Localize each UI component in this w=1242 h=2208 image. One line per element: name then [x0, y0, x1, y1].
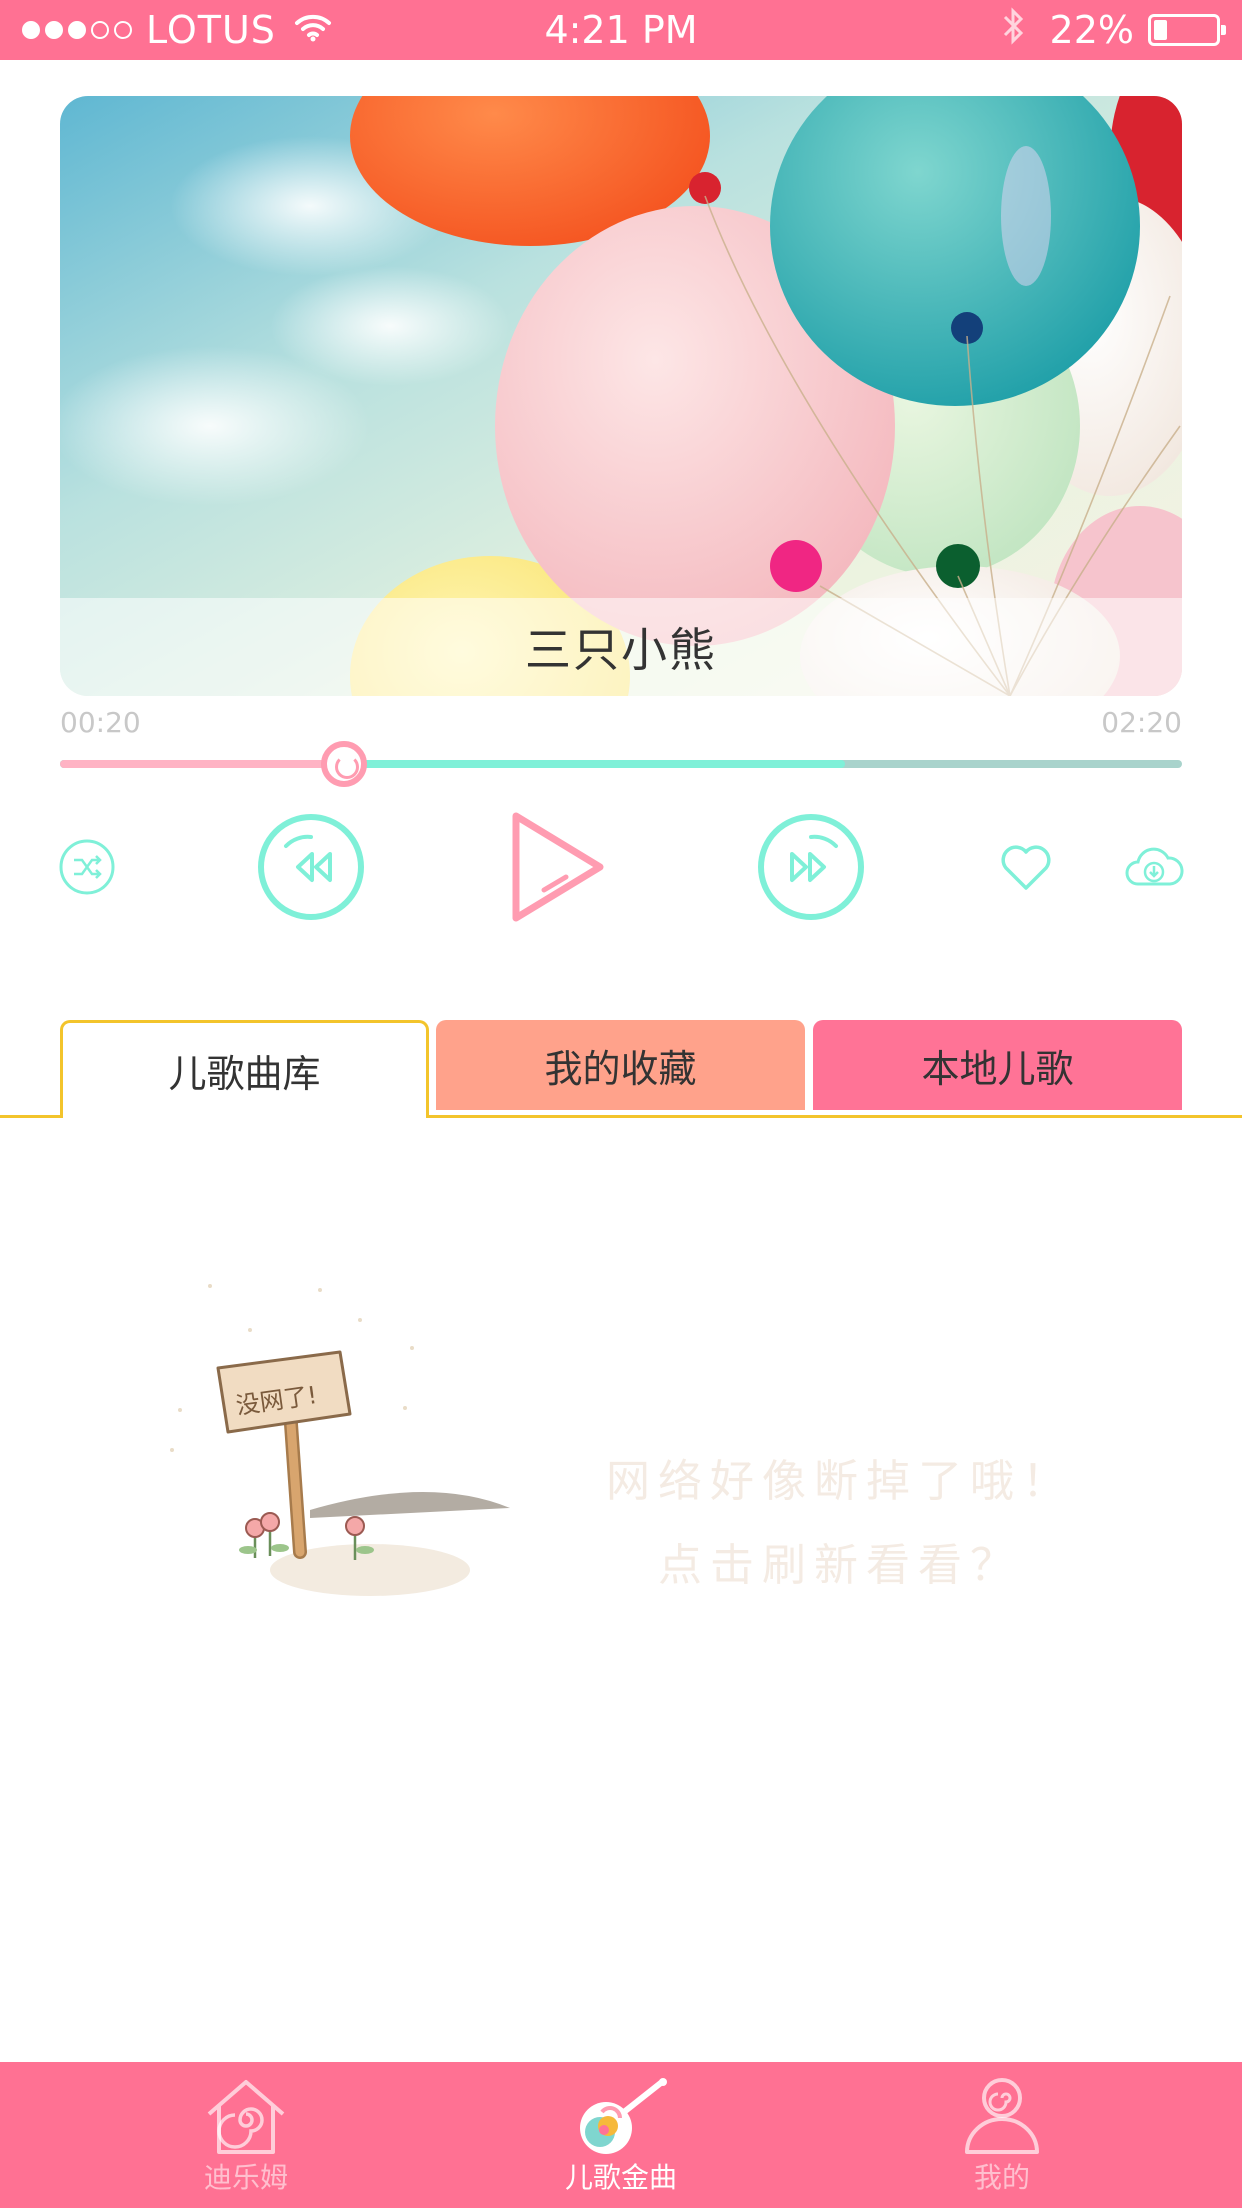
tab-local-songs[interactable]: 本地儿歌 — [813, 1020, 1182, 1110]
tab-label: 儿歌曲库 — [168, 1052, 321, 1096]
refresh-hint: 点击刷新看看？ — [658, 1540, 1022, 1591]
cloud-download-icon — [1125, 847, 1184, 886]
current-time: 00:20 — [60, 706, 141, 739]
house-icon — [207, 2080, 285, 2154]
tabbar-item-mine[interactable]: 我的 — [872, 2062, 1132, 2208]
tabbar-item-songs[interactable]: 儿歌金曲 — [491, 2062, 751, 2208]
tab-label: 我的收藏 — [544, 1046, 697, 1091]
rewind-icon — [258, 814, 364, 920]
bottom-tab-bar: 迪乐姆 儿歌金曲 我的 — [0, 2062, 1242, 2208]
tabbar-label: 儿歌金曲 — [564, 2161, 677, 2194]
tabbar-label: 迪乐姆 — [203, 2161, 288, 2194]
tabbar-item-dilemu[interactable]: 迪乐姆 — [116, 2062, 376, 2208]
played-track — [60, 760, 344, 768]
bluetooth-icon — [1002, 6, 1024, 54]
no-network-message[interactable]: 网络好像断掉了哦！ 点击刷新看看？ — [580, 1440, 1100, 1608]
tab-label: 本地儿歌 — [921, 1046, 1074, 1091]
song-title: 三只小熊 — [525, 623, 717, 677]
status-bar: LOTUS 4:21 PM 22% — [0, 0, 1242, 60]
play-icon — [512, 812, 604, 922]
caption-bar: 三只小熊 — [60, 598, 1182, 696]
total-time: 02:20 — [1101, 706, 1182, 739]
tab-my-favorites[interactable]: 我的收藏 — [436, 1020, 805, 1110]
progress-thumb[interactable] — [320, 741, 367, 787]
status-right: 22% — [1002, 6, 1226, 54]
heart-icon — [1001, 845, 1051, 890]
tabbar-label: 我的 — [973, 2161, 1030, 2194]
no-network-illustration: 没网了! — [160, 1270, 540, 1614]
battery-percent: 22% — [1049, 8, 1134, 52]
tab-song-library[interactable]: 儿歌曲库 — [60, 1020, 429, 1118]
next-button[interactable] — [756, 812, 866, 922]
album-cover: 三只小熊 — [60, 96, 1182, 696]
battery-icon — [1148, 14, 1226, 46]
shuffle-icon — [59, 839, 115, 895]
profile-icon — [965, 2078, 1039, 2154]
no-network-line1: 网络好像断掉了哦！ — [606, 1456, 1074, 1507]
fast-forward-icon — [758, 814, 864, 920]
shuffle-button[interactable] — [58, 838, 116, 896]
previous-button[interactable] — [256, 812, 366, 922]
guitar-icon — [580, 2078, 667, 2154]
play-button[interactable] — [508, 808, 608, 926]
download-button[interactable] — [1124, 842, 1184, 892]
favorite-button[interactable] — [998, 840, 1054, 894]
progress-bar[interactable] — [60, 741, 1182, 787]
